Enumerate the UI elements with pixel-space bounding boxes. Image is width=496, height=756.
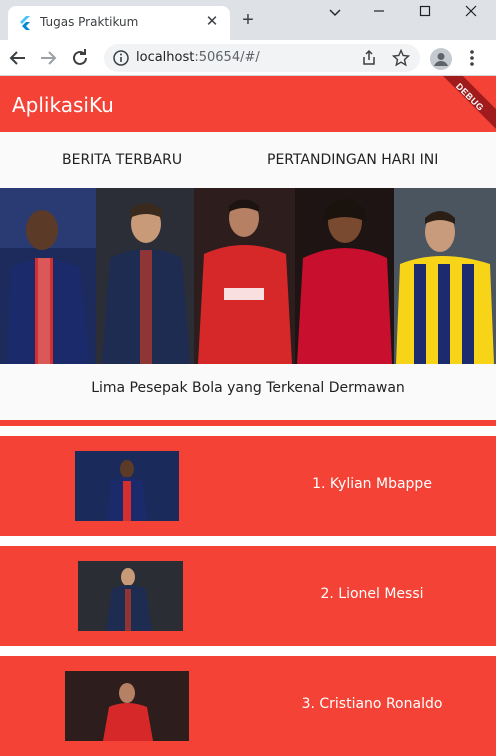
url-host: localhost bbox=[136, 50, 195, 65]
forward-icon[interactable] bbox=[36, 46, 60, 70]
close-tab-icon[interactable]: ✕ bbox=[204, 14, 220, 30]
reload-icon[interactable] bbox=[68, 46, 92, 70]
list-item-label: 2. Lionel Messi bbox=[320, 586, 424, 602]
app-title: AplikasiKu bbox=[12, 93, 114, 117]
tab-berita-terbaru[interactable]: BERITA TERBARU bbox=[62, 152, 182, 168]
list-item-label: 1. Kylian Mbappe bbox=[312, 476, 432, 492]
debug-label: DEBUG bbox=[453, 81, 486, 114]
list-item[interactable]: 2. Lionel Messi bbox=[0, 546, 496, 646]
thumbnail-ronaldo bbox=[65, 671, 189, 741]
maximize-icon[interactable] bbox=[410, 2, 440, 22]
profile-avatar[interactable] bbox=[430, 48, 452, 70]
app-bar: AplikasiKu DEBUG bbox=[0, 76, 496, 132]
banner-caption: Lima Pesepak Bola yang Terkenal Dermawan bbox=[91, 380, 405, 396]
player-photo-ronaldo bbox=[194, 188, 295, 364]
tab-pertandingan-hari-ini[interactable]: PERTANDINGAN HARI INI bbox=[267, 152, 438, 168]
star-icon[interactable] bbox=[392, 49, 410, 67]
tab-title: Tugas Praktikum bbox=[40, 15, 139, 29]
debug-banner: DEBUG bbox=[431, 76, 496, 132]
player-photo-mbappe bbox=[0, 188, 96, 364]
list-item-label: 3. Cristiano Ronaldo bbox=[301, 696, 443, 712]
share-icon[interactable] bbox=[360, 49, 378, 67]
thumbnail-messi bbox=[78, 561, 183, 631]
banner-caption-row: Lima Pesepak Bola yang Terkenal Dermawan bbox=[0, 364, 496, 420]
close-window-icon[interactable] bbox=[456, 2, 486, 22]
new-tab-icon[interactable]: + bbox=[238, 10, 258, 30]
address-bar[interactable]: localhost:50654/#/ bbox=[104, 44, 420, 72]
person-icon bbox=[434, 53, 448, 66]
minimize-icon[interactable] bbox=[364, 2, 394, 22]
tab-row: BERITA TERBARU PERTANDINGAN HARI INI bbox=[0, 132, 496, 188]
back-icon[interactable] bbox=[6, 46, 30, 70]
player-photo-messi bbox=[96, 188, 194, 364]
banner-image bbox=[0, 188, 496, 364]
divider bbox=[0, 420, 496, 426]
browser-tab-bar: Tugas Praktikum ✕ + bbox=[0, 0, 496, 40]
browser-toolbar: localhost:50654/#/ bbox=[0, 40, 496, 76]
thumbnail-mbappe bbox=[75, 451, 179, 521]
browser-tab[interactable]: Tugas Praktikum ✕ bbox=[8, 6, 230, 40]
url-path: :50654/#/ bbox=[194, 50, 260, 65]
player-photo-salah bbox=[295, 188, 394, 364]
info-icon[interactable] bbox=[112, 49, 130, 67]
chevron-down-icon[interactable] bbox=[320, 2, 350, 22]
url-text[interactable]: localhost:50654/#/ bbox=[136, 50, 260, 65]
player-photo-ozil bbox=[394, 188, 496, 364]
more-vert-icon[interactable] bbox=[464, 48, 480, 68]
flutter-icon bbox=[20, 16, 30, 30]
list-item[interactable]: 1. Kylian Mbappe bbox=[0, 436, 496, 536]
list-item[interactable]: 3. Cristiano Ronaldo bbox=[0, 656, 496, 756]
